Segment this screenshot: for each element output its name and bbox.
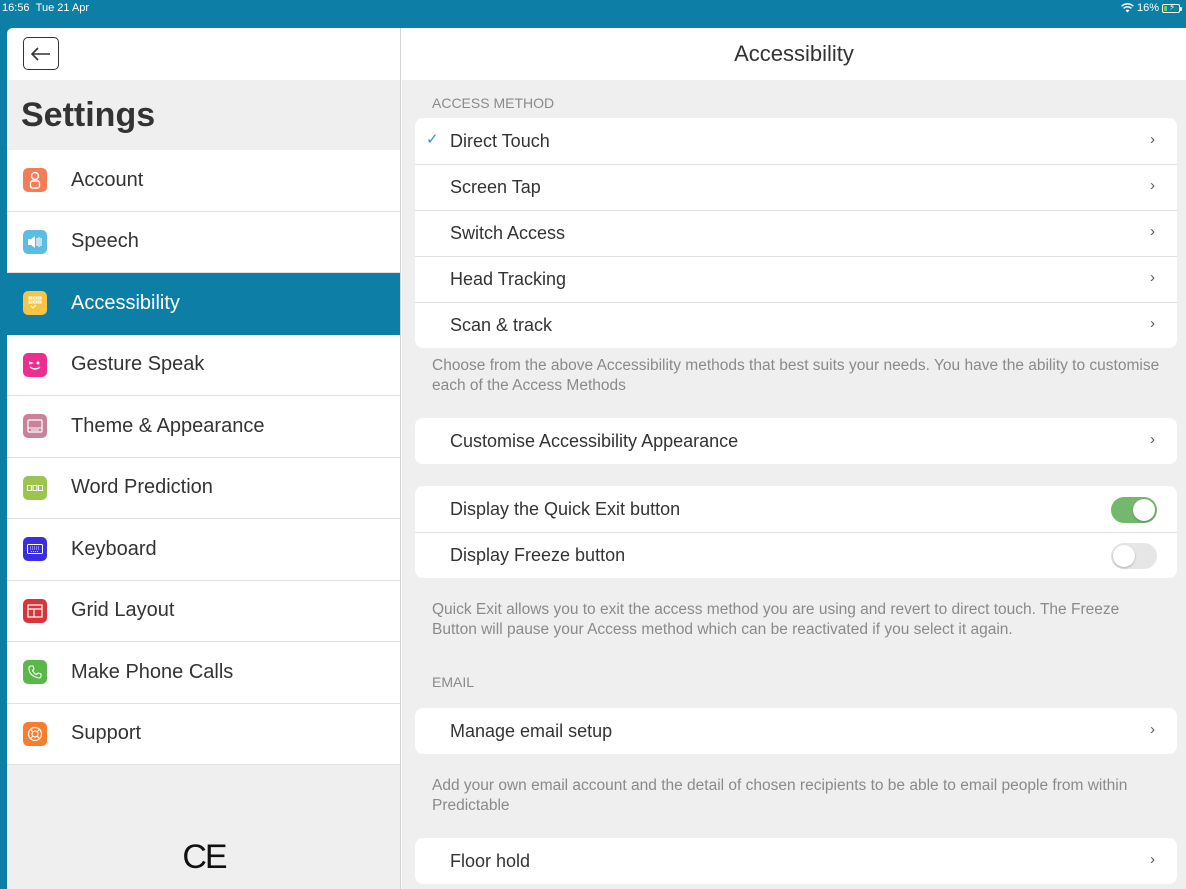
row-label: Floor hold: [450, 850, 531, 871]
sidebar-item-label: Make Phone Calls: [71, 660, 234, 683]
sidebar-item-label: Speech: [71, 230, 139, 253]
chevron-right-icon: ›: [1150, 177, 1155, 194]
chevron-right-icon: ›: [1150, 315, 1155, 332]
status-bar: 16:56 Tue 21 Apr 16% ⚡: [0, 0, 1186, 28]
sidebar: Settings Account Speech Accessibility Ge…: [7, 28, 401, 889]
sidebar-item-grid-layout[interactable]: Grid Layout: [7, 580, 400, 642]
access-method-note: Choose from the above Accessibility meth…: [432, 357, 1160, 394]
sidebar-item-label: Theme & Appearance: [71, 414, 265, 437]
sidebar-item-label: Account: [71, 168, 144, 191]
freeze-button-row: Display Freeze button: [415, 532, 1177, 578]
sidebar-item-gesture-speak[interactable]: Gesture Speak: [7, 334, 400, 396]
access-method-direct-touch[interactable]: ✓ Direct Touch ›: [415, 118, 1177, 164]
floor-hold-group: Floor hold ›: [415, 838, 1177, 884]
wink-face-icon: [23, 352, 47, 377]
checkmark-icon: ✓: [426, 131, 439, 148]
freeze-button-toggle[interactable]: [1111, 543, 1157, 569]
chevron-right-icon: ›: [1150, 131, 1155, 148]
battery-percent: 16%: [1136, 2, 1159, 14]
access-method-head-tracking[interactable]: Head Tracking ›: [415, 256, 1177, 302]
chevron-right-icon: ›: [1150, 431, 1155, 448]
chevron-right-icon: ›: [1150, 269, 1155, 286]
sidebar-item-account[interactable]: Account: [7, 150, 400, 212]
sidebar-item-label: Gesture Speak: [71, 353, 205, 376]
sidebar-item-keyboard[interactable]: Keyboard: [7, 519, 400, 581]
grid-layout-icon: [23, 598, 47, 623]
ce-mark-logo: CE: [182, 838, 227, 876]
row-label: Display Freeze button: [450, 544, 626, 565]
row-label: Manage email setup: [450, 720, 613, 741]
grid-dots-icon: [23, 291, 47, 316]
sidebar-item-make-phone-calls[interactable]: Make Phone Calls: [7, 642, 400, 704]
chevron-right-icon: ›: [1150, 851, 1155, 868]
status-right: 16% ⚡: [1121, 2, 1182, 14]
quick-exit-toggle[interactable]: [1111, 497, 1157, 523]
access-method-switch-access[interactable]: Switch Access ›: [415, 210, 1177, 256]
sidebar-item-label: Accessibility: [71, 291, 180, 314]
speaker-icon: [23, 229, 47, 254]
chevron-right-icon: ›: [1150, 721, 1155, 738]
section-label-email: EMAIL: [432, 674, 475, 690]
keyboard-icon: [23, 537, 47, 562]
customise-accessibility-appearance[interactable]: Customise Accessibility Appearance ›: [415, 418, 1177, 464]
person-icon: [23, 168, 47, 193]
access-method-scan-track[interactable]: Scan & track ›: [415, 302, 1177, 348]
status-time: 16:56 Tue 21 Apr: [2, 2, 90, 14]
main-panel: Accessibility ACCESS METHOD ✓ Direct Tou…: [402, 28, 1186, 889]
app-window: Settings Account Speech Accessibility Ge…: [7, 28, 1186, 889]
email-note: Add your own email account and the detai…: [432, 777, 1128, 814]
sidebar-item-support[interactable]: Support: [7, 703, 400, 765]
window-icon: [23, 414, 47, 439]
sidebar-title: Settings: [21, 96, 156, 134]
row-label: Screen Tap: [450, 176, 541, 197]
sidebar-item-label: Grid Layout: [71, 599, 175, 622]
sidebar-item-accessibility[interactable]: Accessibility: [7, 273, 400, 335]
sidebar-item-word-prediction[interactable]: Word Prediction: [7, 457, 400, 519]
chevron-right-icon: ›: [1150, 223, 1155, 240]
phone-icon: [23, 660, 47, 685]
wifi-icon: [1121, 3, 1134, 13]
section-label-access-method: ACCESS METHOD: [432, 95, 555, 111]
lifebuoy-icon: [23, 721, 47, 746]
email-group: Manage email setup ›: [415, 708, 1177, 754]
quick-exit-row: Display the Quick Exit button: [415, 486, 1177, 532]
row-label: Display the Quick Exit button: [450, 498, 681, 519]
row-label: Switch Access: [450, 222, 566, 243]
row-label: Head Tracking: [450, 268, 567, 289]
sidebar-nav: Account Speech Accessibility Gesture Spe…: [7, 150, 400, 765]
arrow-left-icon: [31, 46, 50, 61]
sidebar-item-theme-appearance[interactable]: Theme & Appearance: [7, 396, 400, 458]
sidebar-item-label: Word Prediction: [71, 476, 213, 499]
access-method-screen-tap[interactable]: Screen Tap ›: [415, 164, 1177, 210]
row-label: Customise Accessibility Appearance: [450, 430, 739, 451]
toggles-group: Display the Quick Exit button Display Fr…: [415, 486, 1177, 578]
battery-icon: ⚡: [1162, 2, 1182, 13]
prediction-bar-icon: [23, 475, 47, 500]
sidebar-topbar: [7, 28, 400, 80]
back-button[interactable]: [23, 37, 59, 70]
manage-email-setup[interactable]: Manage email setup ›: [415, 708, 1177, 754]
sidebar-item-speech[interactable]: Speech: [7, 211, 400, 273]
page-title: Accessibility: [402, 28, 1186, 80]
customise-group: Customise Accessibility Appearance ›: [415, 418, 1177, 464]
toggles-note: Quick Exit allows you to exit the access…: [432, 601, 1120, 638]
floor-hold[interactable]: Floor hold ›: [415, 838, 1177, 884]
row-label: Scan & track: [450, 314, 553, 335]
access-method-list: ✓ Direct Touch › Screen Tap › Switch Acc…: [415, 118, 1177, 348]
sidebar-item-label: Support: [71, 722, 142, 745]
row-label: Direct Touch: [450, 130, 550, 151]
sidebar-item-label: Keyboard: [71, 537, 157, 560]
